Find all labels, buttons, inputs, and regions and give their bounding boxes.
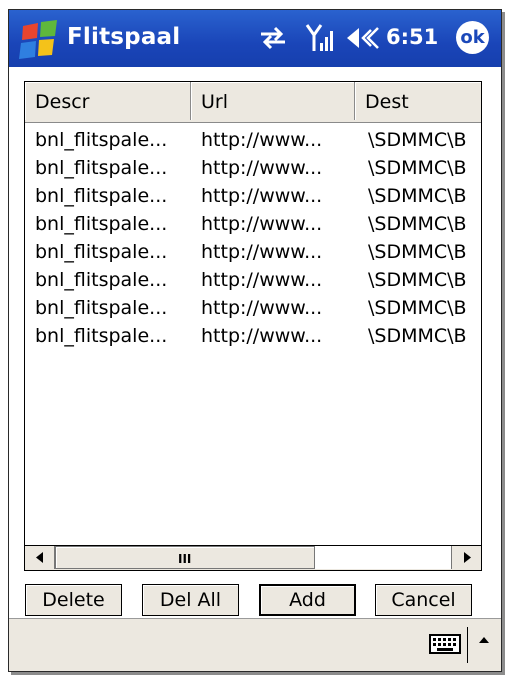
menu-separator <box>467 627 468 663</box>
scroll-right-button[interactable] <box>451 546 481 569</box>
column-header-dest[interactable]: Dest <box>355 82 481 120</box>
menu-bar <box>9 618 501 671</box>
cell-dest: \SDMMC\B <box>368 185 467 207</box>
cell-descr: bnl_flitspale... <box>35 241 168 263</box>
cell-url: http://www... <box>201 157 323 179</box>
cell-descr: bnl_flitspale... <box>35 185 168 207</box>
cell-url: http://www... <box>201 213 323 235</box>
column-header-descr[interactable]: Descr <box>25 82 191 120</box>
add-button[interactable]: Add <box>259 584 356 616</box>
scrollbar-thumb[interactable]: III <box>55 546 315 569</box>
cell-dest: \SDMMC\B <box>368 297 467 319</box>
cell-descr: bnl_flitspale... <box>35 213 168 235</box>
table-row[interactable]: bnl_flitspale... http://www... \SDMMC\B <box>25 266 481 294</box>
signal-icon[interactable] <box>305 23 335 53</box>
cell-descr: bnl_flitspale... <box>35 129 168 151</box>
table-row[interactable]: bnl_flitspale... http://www... \SDMMC\B <box>25 182 481 210</box>
arrow-left-icon <box>36 552 43 563</box>
keyboard-icon[interactable] <box>429 632 461 656</box>
cell-dest: \SDMMC\B <box>368 157 467 179</box>
windows-start-icon[interactable] <box>17 20 65 60</box>
scroll-left-button[interactable] <box>25 546 55 569</box>
table-row[interactable]: bnl_flitspale... http://www... \SDMMC\B <box>25 322 481 350</box>
download-list[interactable]: Descr Url Dest bnl_flitspale... http://w… <box>24 81 482 571</box>
table-row[interactable]: bnl_flitspale... http://www... \SDMMC\B <box>25 126 481 154</box>
column-header-url[interactable]: Url <box>191 82 355 120</box>
cell-descr: bnl_flitspale... <box>35 297 168 319</box>
input-selector-up-icon[interactable] <box>477 633 491 647</box>
table-row[interactable]: bnl_flitspale... http://www... \SDMMC\B <box>25 294 481 322</box>
cell-url: http://www... <box>201 325 323 347</box>
title-bar: Flitspaal 6:51 ok <box>9 10 501 67</box>
cell-dest: \SDMMC\B <box>368 241 467 263</box>
cell-url: http://www... <box>201 269 323 291</box>
scrollbar-track[interactable] <box>315 546 451 569</box>
cell-url: http://www... <box>201 129 323 151</box>
cell-dest: \SDMMC\B <box>368 213 467 235</box>
cell-descr: bnl_flitspale... <box>35 325 168 347</box>
ok-button[interactable]: ok <box>456 21 489 54</box>
horizontal-scrollbar[interactable]: III <box>25 545 481 570</box>
clock[interactable]: 6:51 <box>386 25 438 49</box>
table-row[interactable]: bnl_flitspale... http://www... \SDMMC\B <box>25 154 481 182</box>
cell-dest: \SDMMC\B <box>368 129 467 151</box>
list-rows: bnl_flitspale... http://www... \SDMMC\B … <box>25 126 481 350</box>
cell-url: http://www... <box>201 297 323 319</box>
cell-dest: \SDMMC\B <box>368 325 467 347</box>
cell-url: http://www... <box>201 185 323 207</box>
window-title: Flitspaal <box>67 24 181 50</box>
cell-descr: bnl_flitspale... <box>35 269 168 291</box>
table-row[interactable]: bnl_flitspale... http://www... \SDMMC\B <box>25 210 481 238</box>
list-header: Descr Url Dest <box>25 82 481 123</box>
cell-dest: \SDMMC\B <box>368 269 467 291</box>
arrow-right-icon <box>464 552 471 563</box>
cell-url: http://www... <box>201 241 323 263</box>
cell-descr: bnl_flitspale... <box>35 157 168 179</box>
connectivity-icon[interactable] <box>259 26 287 50</box>
app-window: Flitspaal 6:51 ok Descr Url Dest bnl_fli… <box>8 9 502 672</box>
scrollbar-grip: III <box>178 552 192 566</box>
volume-icon[interactable] <box>345 25 381 51</box>
table-row[interactable]: bnl_flitspale... http://www... \SDMMC\B <box>25 238 481 266</box>
delete-button[interactable]: Delete <box>25 584 122 616</box>
del-all-button[interactable]: Del All <box>142 584 239 616</box>
cancel-button[interactable]: Cancel <box>375 584 472 616</box>
